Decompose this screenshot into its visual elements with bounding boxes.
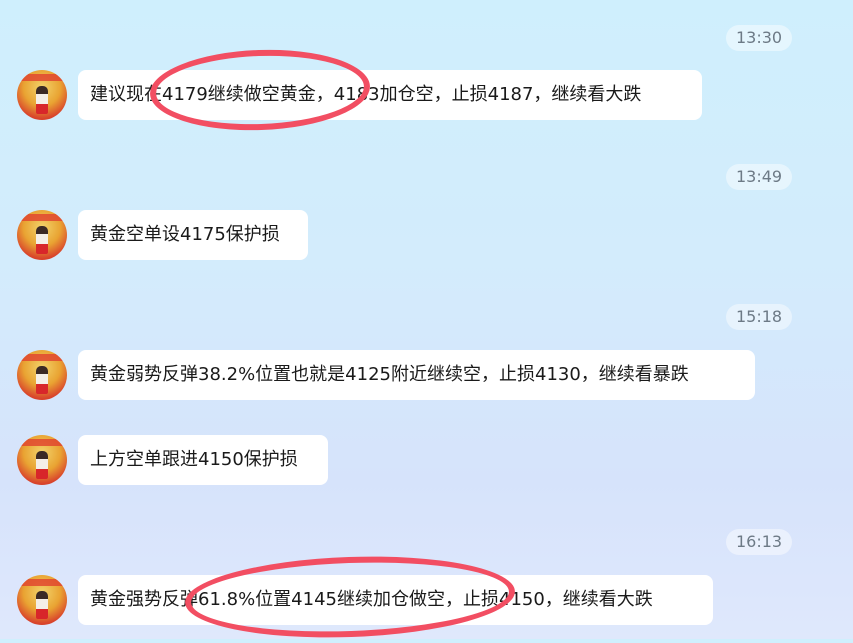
timestamp: 13:30 <box>726 25 793 51</box>
timestamp: 13:49 <box>726 164 793 190</box>
highlight-circle <box>183 551 517 643</box>
message-bubble[interactable]: 上方空单跟进4150保护损 <box>78 435 328 485</box>
timestamp: 15:18 <box>726 304 793 330</box>
avatar[interactable] <box>17 350 67 400</box>
highlight-circle <box>148 46 372 134</box>
avatar[interactable] <box>17 70 67 120</box>
timestamp: 16:13 <box>726 529 793 555</box>
message-bubble[interactable]: 黄金弱势反弹38.2%位置也就是4125附近继续空，止损4130，继续看暴跌 <box>78 350 755 400</box>
message-bubble[interactable]: 黄金空单设4175保护损 <box>78 210 308 260</box>
avatar[interactable] <box>17 435 67 485</box>
avatar[interactable] <box>17 210 67 260</box>
avatar[interactable] <box>17 575 67 625</box>
